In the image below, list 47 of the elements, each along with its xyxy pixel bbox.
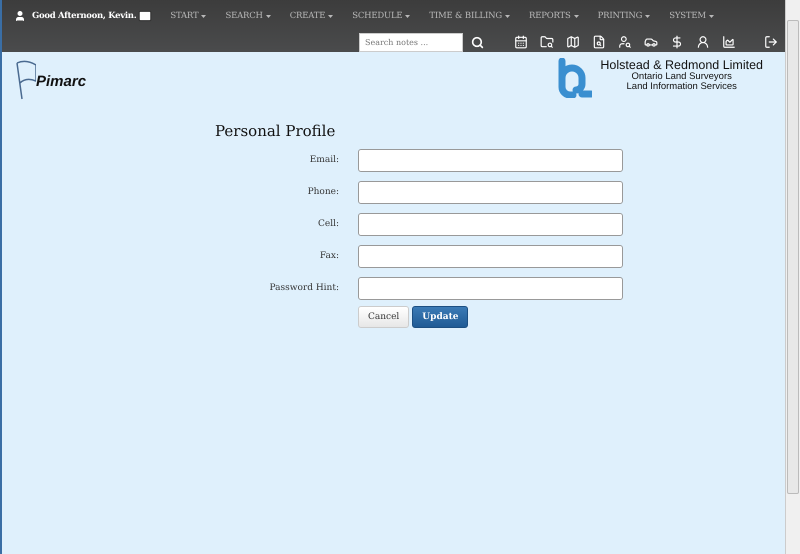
cancel-button[interactable]: Cancel — [358, 306, 410, 328]
company-tagline: Ontario Land Surveyors — [632, 72, 732, 82]
input-field[interactable] — [358, 180, 623, 204]
greeting-text: Good Afternoon, Kevin. — [32, 11, 136, 21]
field-label: Password Hint: — [268, 283, 340, 293]
menu-item[interactable]: SYSTEM — [669, 11, 714, 21]
caret-icon — [266, 14, 271, 18]
map-icon[interactable] — [566, 35, 580, 49]
caret-icon — [328, 14, 334, 18]
menu-item[interactable]: START — [170, 11, 206, 21]
search-field[interactable]: Search notes ... — [359, 32, 463, 52]
menu-item[interactable]: TIME & BILLING — [429, 11, 510, 21]
user-icon — [14, 10, 26, 22]
field-label: Phone: — [306, 187, 340, 197]
input-field[interactable] — [358, 244, 623, 268]
input-field[interactable] — [358, 212, 623, 236]
menu-item[interactable]: SEARCH — [225, 11, 271, 21]
caret-icon — [201, 14, 206, 18]
form-title: Personal Profile — [215, 122, 336, 140]
field-label: Fax: — [318, 251, 340, 261]
folder-search-icon[interactable] — [540, 35, 554, 49]
caret-icon — [505, 14, 510, 18]
logo-text: Pimarc — [36, 72, 86, 90]
menu-item[interactable]: REPORTS — [529, 11, 579, 21]
caret-icon — [645, 14, 650, 18]
menu-item[interactable]: SCHEDULE — [352, 11, 410, 21]
update-button[interactable]: Update — [412, 306, 468, 328]
input-field[interactable] — [358, 148, 623, 172]
field-label: Email: — [308, 155, 340, 165]
caret-icon — [708, 14, 714, 18]
area-chart-icon[interactable] — [722, 35, 736, 49]
company-tagline: Land Information Services — [626, 82, 737, 92]
calendar-icon[interactable] — [514, 35, 528, 49]
logout-icon[interactable] — [764, 35, 778, 49]
menu-item[interactable]: PRINTING — [598, 11, 650, 21]
person-search-icon[interactable] — [618, 35, 632, 49]
company-logo-icon — [556, 58, 592, 98]
field-label: Cell: — [316, 219, 340, 229]
caret-icon — [405, 14, 410, 18]
input-field[interactable] — [358, 276, 623, 300]
document-search-icon[interactable] — [592, 35, 606, 49]
caret-icon — [574, 14, 579, 18]
person-icon[interactable] — [696, 35, 710, 49]
menu-item[interactable]: CREATE — [290, 11, 334, 21]
company-name: Holstead & Redmond Limited — [600, 58, 763, 72]
dollar-icon[interactable] — [670, 35, 684, 49]
search-icon[interactable] — [471, 36, 484, 48]
